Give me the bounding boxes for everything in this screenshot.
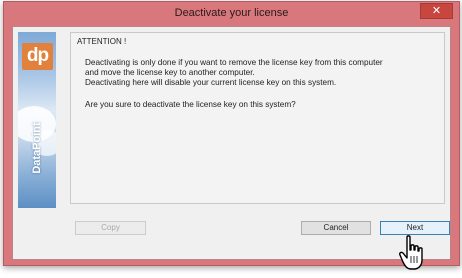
attention-heading: ATTENTION ! (77, 37, 127, 46)
message-line: and move the license key to another comp… (85, 68, 255, 77)
hand-pointer-icon (399, 235, 423, 270)
datapoint-logo: dp DataPoint (18, 32, 56, 208)
window-title: Deactivate your license (174, 7, 289, 19)
next-button[interactable]: Next (380, 221, 450, 235)
copy-button[interactable]: Copy (75, 221, 146, 235)
message-line: Deactivating here will disable your curr… (85, 78, 337, 87)
title-bar[interactable]: Deactivate your license ✕ (4, 2, 459, 26)
cancel-button[interactable]: Cancel (301, 221, 371, 235)
close-button[interactable]: ✕ (420, 3, 453, 19)
message-panel: ATTENTION ! Deactivating is only done if… (70, 32, 445, 204)
logo-badge: dp (22, 43, 53, 70)
confirm-question: Are you sure to deactivate the license k… (85, 100, 296, 109)
message-line: Deactivating is only done if you want to… (85, 58, 383, 67)
logo-wordmark: DataPoint (31, 122, 43, 174)
deactivate-license-dialog: Deactivate your license ✕ dp DataPoint A… (3, 1, 460, 266)
dialog-content: dp DataPoint ATTENTION ! Deactivating is… (12, 26, 451, 260)
message-body: Deactivating is only done if you want to… (85, 58, 440, 88)
